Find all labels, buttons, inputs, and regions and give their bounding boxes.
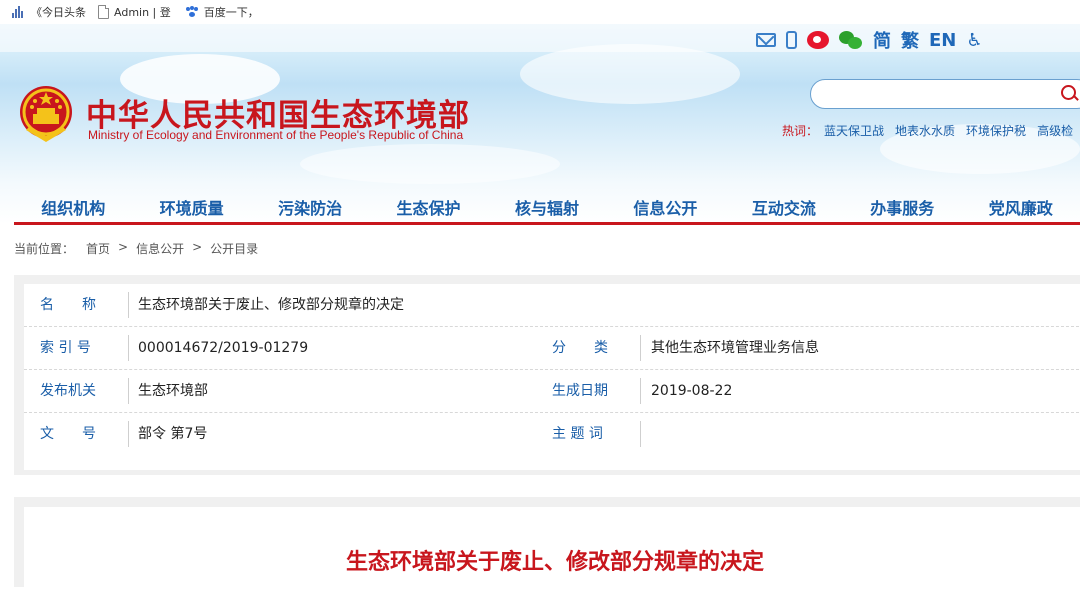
national-emblem-icon (20, 86, 72, 142)
search-icon[interactable] (1061, 85, 1076, 100)
hot-word-link[interactable]: 环境保护税 (966, 122, 1026, 139)
article-title: 生态环境部关于废止、修改部分规章的决定 (345, 550, 764, 575)
breadcrumb-separator: > (118, 240, 129, 254)
weibo-icon[interactable] (807, 31, 829, 49)
name-label: 名 称 (40, 297, 96, 313)
nav-item-organization[interactable]: 组织机构 (14, 196, 132, 224)
breadcrumb-label: 当前位置： (14, 242, 75, 256)
date-value: 2019-08-22 (651, 383, 733, 399)
search-input[interactable] (823, 80, 1067, 108)
main-nav: 组织机构 环境质量 污染防治 生态保护 核与辐射 信息公开 互动交流 办事服务 … (14, 196, 1080, 224)
document-info-panel: 名 称 生态环境部关于废止、修改部分规章的决定 索 引 号 000014672/… (14, 275, 1080, 475)
bookmarks-bar: 《今日头条 Admin | 登 百度一下， (0, 0, 1080, 25)
issuer-label: 发布机关 (40, 383, 96, 399)
hot-words: 热词： 蓝天保卫战 地表水水质 环境保护税 高级检 (782, 122, 1080, 139)
bookmark-label: 《今日头条 (31, 6, 86, 19)
info-row-issuer: 发布机关 生态环境部 生成日期 2019-08-22 (24, 370, 1080, 413)
nav-item-information-disclosure[interactable]: 信息公开 (606, 196, 724, 224)
issuer-value: 生态环境部 (138, 383, 208, 399)
search-box (810, 79, 1080, 109)
nav-item-environment-quality[interactable]: 环境质量 (132, 196, 250, 224)
doc-number-value: 部令 第7号 (138, 426, 208, 442)
breadcrumb-catalog[interactable]: 公开目录 (210, 240, 258, 257)
nav-divider (14, 222, 1080, 225)
index-value: 000014672/2019-01279 (138, 340, 309, 356)
doc-number-label: 文 号 (40, 426, 96, 442)
mail-icon[interactable] (756, 33, 776, 47)
nav-item-ecology-protection[interactable]: 生态保护 (369, 196, 487, 224)
breadcrumb-info-disclosure[interactable]: 信息公开 (136, 240, 184, 257)
hot-words-label: 热词： (782, 124, 819, 138)
info-row-index: 索 引 号 000014672/2019-01279 分 类 其他生态环境管理业… (24, 327, 1080, 370)
simplified-chinese-link[interactable]: 简 (873, 27, 891, 53)
mobile-icon[interactable] (786, 31, 797, 49)
bookmark-baidu[interactable]: 百度一下， (185, 4, 259, 20)
date-label: 生成日期 (552, 383, 608, 399)
hot-word-link[interactable]: 高级检 (1037, 122, 1073, 139)
document-icon (98, 5, 109, 19)
category-label: 分 类 (552, 340, 608, 356)
breadcrumb: 当前位置： 首页 > 信息公开 > 公开目录 (14, 240, 266, 257)
accessibility-icon[interactable]: ♿ (966, 30, 982, 51)
site-header: 简 繁 EN ♿ 中华人民共和国生态环境部 Ministry of Ecolog… (0, 24, 1080, 225)
nav-item-nuclear-radiation[interactable]: 核与辐射 (488, 196, 606, 224)
info-row-name: 名 称 生态环境部关于废止、修改部分规章的决定 (24, 284, 1080, 327)
subject-label: 主 题 词 (552, 426, 603, 442)
baidu-paw-icon (185, 6, 199, 18)
category-value: 其他生态环境管理业务信息 (651, 340, 819, 356)
bookmark-label: 百度一下， (203, 6, 259, 19)
document-info-table: 名 称 生态环境部关于废止、修改部分规章的决定 索 引 号 000014672/… (24, 284, 1080, 470)
nav-item-services[interactable]: 办事服务 (843, 196, 961, 224)
hot-word-link[interactable]: 蓝天保卫战 (824, 122, 884, 139)
site-subtitle: Ministry of Ecology and Environment of t… (88, 128, 464, 142)
nav-item-interaction[interactable]: 互动交流 (725, 196, 843, 224)
nav-item-pollution-control[interactable]: 污染防治 (251, 196, 369, 224)
info-row-doc-number: 文 号 部令 第7号 主 题 词 (24, 413, 1080, 455)
traditional-chinese-link[interactable]: 繁 (901, 27, 919, 53)
bookmark-toutiao[interactable]: 《今日头条 (12, 4, 86, 20)
breadcrumb-separator: > (192, 240, 203, 254)
wechat-icon[interactable] (839, 31, 863, 49)
english-link[interactable]: EN (929, 30, 956, 51)
name-value: 生态环境部关于废止、修改部分规章的决定 (138, 297, 404, 313)
bookmark-label: Admin | 登 (114, 6, 171, 19)
hot-word-link[interactable]: 地表水水质 (895, 122, 955, 139)
bars-icon (12, 6, 26, 18)
nav-item-party-conduct[interactable]: 党风廉政 (962, 196, 1080, 224)
bookmark-admin[interactable]: Admin | 登 (98, 4, 171, 20)
breadcrumb-home[interactable]: 首页 (86, 240, 110, 257)
index-label: 索 引 号 (40, 340, 91, 356)
tool-links: 简 繁 EN ♿ (756, 28, 993, 52)
